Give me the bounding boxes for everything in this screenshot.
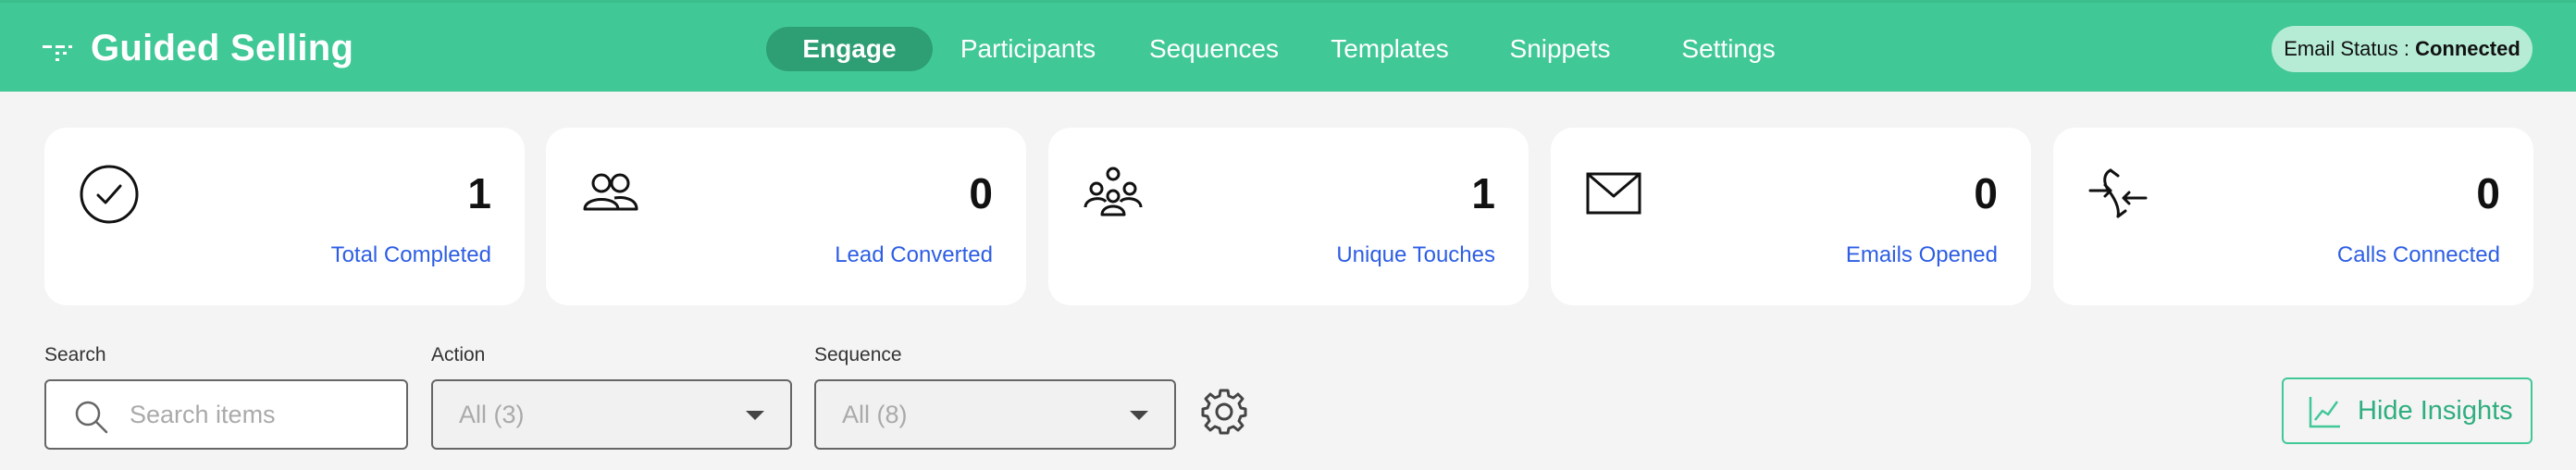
sequence-label: Sequence: [814, 344, 902, 365]
stat-label[interactable]: Unique Touches: [1336, 242, 1495, 268]
stat-label[interactable]: Calls Connected: [2337, 242, 2500, 268]
email-status-badge[interactable]: Email Status : Connected: [2272, 26, 2533, 72]
search-placeholder: Search items: [130, 401, 276, 428]
action-selected-value: All (3): [459, 401, 525, 428]
stat-label[interactable]: Lead Converted: [835, 242, 993, 268]
check-circle-icon: [80, 165, 139, 224]
stat-card-lead-converted: 0 Lead Converted: [546, 128, 1026, 305]
nav-tab-templates[interactable]: Templates: [1319, 27, 1460, 71]
two-people-icon: [583, 173, 638, 211]
hide-insights-button[interactable]: Hide Insights: [2282, 377, 2533, 444]
nav-tab-snippets[interactable]: Snippets: [1495, 27, 1625, 71]
group-people-icon: [1084, 167, 1143, 216]
stat-value: 0: [2476, 169, 2500, 217]
sequence-select[interactable]: All (8): [814, 379, 1176, 450]
stat-value: 1: [1471, 169, 1495, 217]
search-label: Search: [44, 344, 106, 365]
main-nav: Engage Participants Sequences Templates …: [0, 27, 2576, 73]
top-header: Guided Selling Engage Participants Seque…: [0, 0, 2576, 92]
stat-card-emails-opened: 0 Emails Opened: [1551, 128, 2031, 305]
chevron-down-icon: [1130, 411, 1148, 420]
stat-label[interactable]: Total Completed: [331, 242, 491, 268]
action-select[interactable]: All (3): [431, 379, 792, 450]
search-input[interactable]: Search items: [44, 379, 408, 450]
stat-value: 0: [1974, 169, 1998, 217]
stat-card-total-completed: 1 Total Completed: [44, 128, 525, 305]
email-status-value: Connected: [2415, 37, 2520, 60]
stat-card-calls-connected: 0 Calls Connected: [2053, 128, 2533, 305]
nav-tab-sequences[interactable]: Sequences: [1144, 27, 1284, 71]
envelope-icon: [1586, 172, 1641, 215]
nav-tab-participants[interactable]: Participants: [949, 27, 1107, 71]
sequence-selected-value: All (8): [842, 401, 908, 428]
phone-arrows-icon: [2088, 168, 2148, 218]
nav-tab-settings[interactable]: Settings: [1666, 27, 1791, 71]
action-label: Action: [431, 344, 486, 365]
nav-tab-engage[interactable]: Engage: [766, 27, 933, 71]
line-chart-icon: [2309, 397, 2340, 428]
stat-label[interactable]: Emails Opened: [1846, 242, 1998, 268]
gear-icon[interactable]: [1199, 387, 1249, 437]
stat-card-unique-touches: 1 Unique Touches: [1048, 128, 1529, 305]
stat-value: 0: [969, 169, 993, 217]
hide-insights-label: Hide Insights: [2358, 396, 2513, 426]
email-status-label: Email Status :: [2284, 37, 2416, 60]
search-icon: [75, 401, 108, 434]
stat-value: 1: [467, 169, 491, 217]
chevron-down-icon: [746, 411, 764, 420]
